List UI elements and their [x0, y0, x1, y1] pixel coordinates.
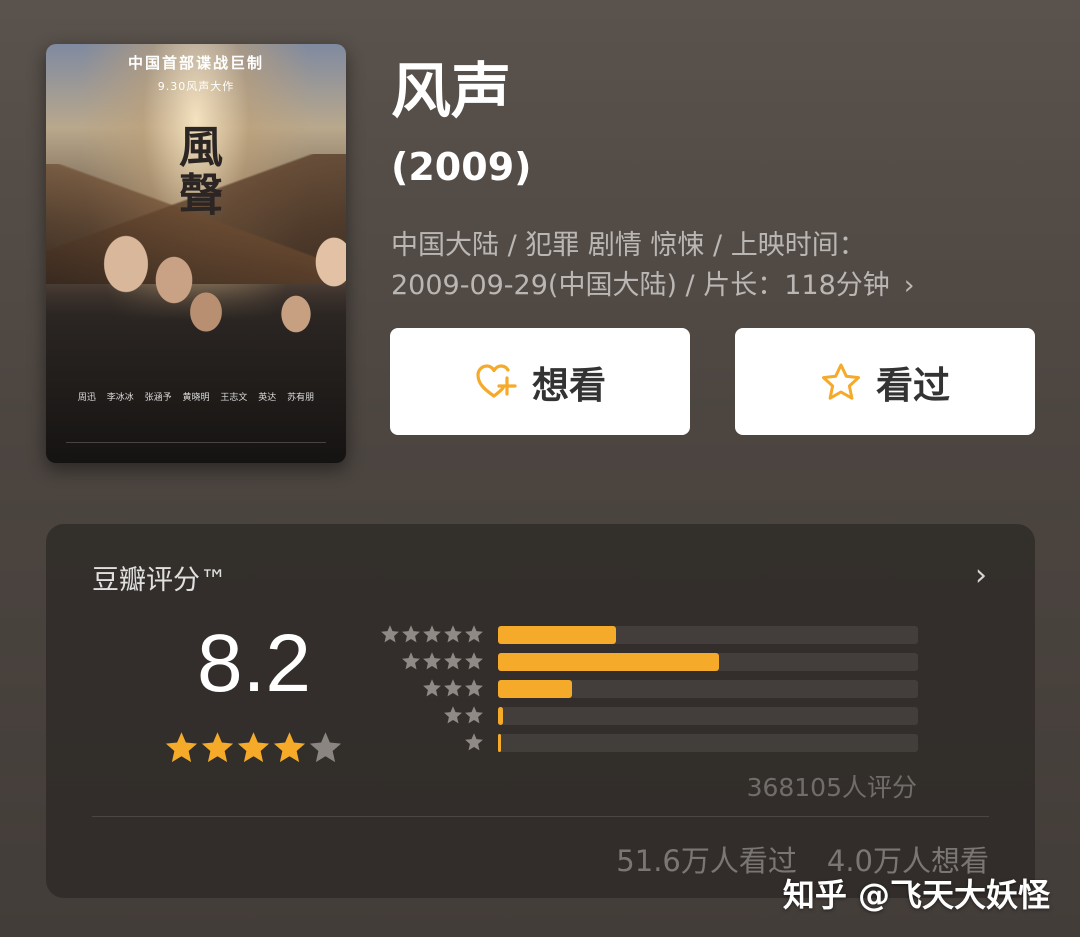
chevron-right-icon: › — [903, 270, 915, 301]
watched-button[interactable]: 看过 — [735, 328, 1035, 435]
movie-year: (2009) — [391, 145, 532, 189]
douban-rating-card[interactable]: 豆瓣评分™ › 8.2 368105人评分 51.6万人看过 4.0万人想看 — [46, 524, 1035, 898]
seen-count[interactable]: 51.6万人看过 — [616, 844, 797, 878]
distribution-bar-fill — [498, 680, 572, 698]
star-icon — [444, 679, 462, 697]
movie-title: 风声 — [391, 57, 511, 127]
divider — [92, 816, 989, 817]
distribution-bar-track — [498, 707, 918, 725]
poster-subline: 9.30风声大作 — [157, 80, 235, 93]
star-icon — [444, 706, 462, 724]
rating-score: 8.2 — [197, 618, 311, 709]
star-outline-icon — [822, 363, 860, 400]
chevron-right-icon[interactable]: › — [975, 558, 987, 593]
star-icon — [423, 625, 441, 643]
star-icon — [381, 625, 399, 643]
distribution-bar-track — [498, 653, 918, 671]
meta-line-2-text: 2009-09-29(中国大陆) / 片长：118分钟 — [391, 270, 890, 301]
star-filled-icon — [165, 732, 198, 763]
rating-stars — [164, 730, 343, 765]
distribution-bar-track — [498, 734, 918, 752]
star-icon — [423, 652, 441, 670]
meta-line-2: 2009-09-29(中国大陆) / 片长：118分钟 › — [391, 266, 1031, 306]
star-icon — [465, 679, 483, 697]
star-icon — [465, 733, 483, 751]
watermark: 知乎 @飞天大妖怪 — [782, 876, 1050, 914]
distribution-stars — [380, 624, 484, 644]
poster-cast: 周迅 李冰冰 张涵予 黄晓明 王志文 英达 苏有朋 — [77, 393, 315, 403]
movie-meta[interactable]: 中国大陆 / 犯罪 剧情 惊悚 / 上映时间： 2009-09-29(中国大陆)… — [391, 226, 1031, 306]
star-icon — [465, 706, 483, 724]
heart-plus-icon — [476, 363, 517, 398]
poster-logos — [66, 442, 326, 457]
star-filled-icon — [273, 732, 306, 763]
want-to-watch-label: 想看 — [532, 363, 606, 407]
distribution-bar-track — [498, 626, 918, 644]
movie-poster[interactable]: 中国首部谍战巨制 9.30风声大作 風聲 周迅 李冰冰 张涵予 黄晓明 王志文 … — [46, 44, 346, 463]
want-to-watch-button[interactable]: 想看 — [390, 328, 690, 435]
star-filled-icon — [201, 732, 234, 763]
star-icon — [402, 625, 420, 643]
poster-calligraphy: 風聲 — [179, 122, 223, 221]
star-icon — [465, 652, 483, 670]
poster-headline: 中国首部谍战巨制 — [127, 54, 264, 72]
distribution-stars — [464, 732, 484, 752]
watched-label: 看过 — [876, 363, 950, 407]
star-icon — [423, 679, 441, 697]
star-icon — [444, 625, 462, 643]
vote-count: 368105人评分 — [746, 773, 917, 802]
distribution-bar-fill — [498, 734, 501, 752]
distribution-stars — [422, 678, 484, 698]
distribution-bar-fill — [498, 626, 616, 644]
distribution-stars — [443, 705, 484, 725]
star-icon — [444, 652, 462, 670]
star-icon — [402, 652, 420, 670]
poster-figures — [46, 204, 346, 463]
distribution-bar-fill — [498, 707, 504, 725]
star-filled-icon — [237, 732, 270, 763]
meta-line-1: 中国大陆 / 犯罪 剧情 惊悚 / 上映时间： — [391, 230, 866, 261]
distribution-bar-track — [498, 680, 918, 698]
star-icon — [465, 625, 483, 643]
star-empty-icon — [309, 732, 342, 763]
distribution-stars — [401, 651, 484, 671]
rating-card-title: 豆瓣评分™ — [92, 565, 227, 596]
distribution-bar-fill — [498, 653, 719, 671]
